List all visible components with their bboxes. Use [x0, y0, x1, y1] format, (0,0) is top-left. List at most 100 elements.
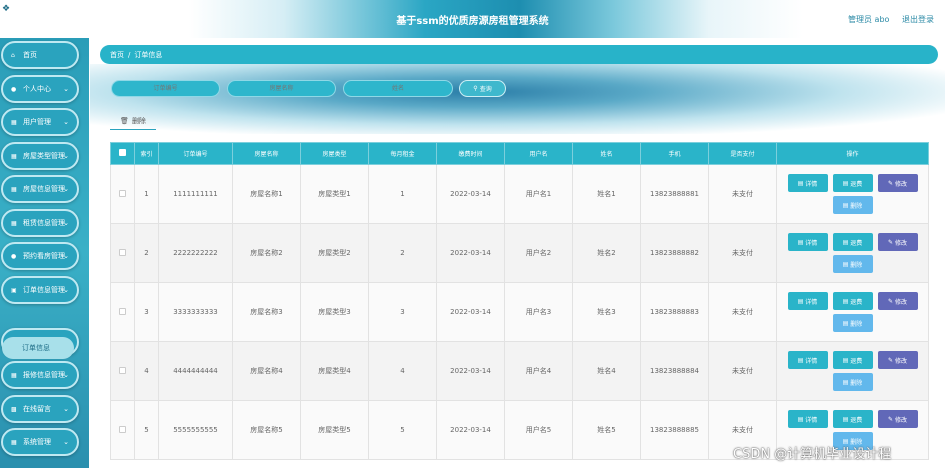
- delete-label: 删除: [850, 379, 863, 387]
- sidebar-item[interactable]: ▩ 在线留言 ⌄: [1, 395, 79, 423]
- sidebar-item[interactable]: ▦ 房屋信息管理 ⌄: [1, 175, 79, 203]
- cell-house-type: 房屋类型5: [300, 400, 369, 460]
- cell-pay-time: 2022-03-14: [436, 282, 505, 342]
- row-actions: ▤ 详情 ▤ 退费 ✎ 修改 ▤ 删除: [787, 292, 918, 332]
- row-checkbox[interactable]: [119, 425, 126, 433]
- delete-label: 删除: [850, 320, 863, 328]
- search-button[interactable]: ⚲ 查询: [459, 80, 506, 97]
- document-icon: ▤: [797, 356, 806, 364]
- detail-label: 详情: [805, 416, 818, 424]
- user-icon: ●: [11, 85, 17, 93]
- cell-rent: 4: [368, 341, 437, 401]
- delete-button[interactable]: ▤ 删除: [832, 255, 873, 273]
- name-input[interactable]: [343, 80, 453, 97]
- cell-house-name: 房屋名称3: [232, 282, 301, 342]
- row-select-cell[interactable]: [110, 341, 135, 401]
- refund-button[interactable]: ▤ 退费: [832, 410, 873, 428]
- table-row: 3 3333333333 房屋名称3 房屋类型3 3 2022-03-14 用户名3 姓名3 1…: [110, 282, 929, 342]
- sidebar-item[interactable]: ▦ 报修信息管理 ⌄: [1, 361, 79, 389]
- row-checkbox[interactable]: [119, 366, 126, 374]
- sidebar-item[interactable]: ▦ 租赁信息管理 ⌄: [1, 209, 79, 237]
- column-header: 索引: [134, 142, 159, 165]
- breadcrumb-home[interactable]: 首页: [110, 50, 124, 60]
- document-icon: ▤: [842, 415, 851, 423]
- row-select-cell[interactable]: [110, 282, 135, 342]
- sidebar-item[interactable]: ▦ 用户管理 ⌄: [1, 108, 79, 136]
- pencil-icon: ✎: [888, 179, 895, 187]
- cell-order-no: 5555555555: [158, 400, 233, 460]
- detail-label: 详情: [805, 239, 818, 247]
- cell-rent: 3: [368, 282, 437, 342]
- refund-button[interactable]: ▤ 退费: [832, 351, 873, 369]
- sidebar-item[interactable]: ▣ 订单信息管理 ⌄: [1, 276, 79, 304]
- sidebar-item[interactable]: ▦ 房屋类型管理 ⌄: [1, 142, 79, 170]
- batch-delete-button[interactable]: 🗑 删除: [110, 113, 156, 130]
- delete-label: 删除: [850, 261, 863, 269]
- home-icon: ⌂: [11, 51, 15, 59]
- detail-button[interactable]: ▤ 详情: [787, 351, 828, 369]
- cell-name: 姓名2: [572, 223, 641, 283]
- sidebar-item-label: 系统管理: [23, 438, 51, 446]
- house-name-input[interactable]: [227, 80, 336, 97]
- detail-button[interactable]: ▤ 详情: [787, 233, 828, 251]
- edit-button[interactable]: ✎ 修改: [877, 174, 918, 192]
- search-icon: ⚲: [473, 85, 478, 92]
- actions-cell: ▤ 详情 ▤ 退费 ✎ 修改 ▤ 删除: [776, 164, 929, 224]
- actions-cell: ▤ 详情 ▤ 退费 ✎ 修改 ▤ 删除: [776, 282, 929, 342]
- cell-house-name: 房屋名称5: [232, 400, 301, 460]
- cell-house-name: 房屋名称1: [232, 164, 301, 224]
- user-icon: ●: [11, 252, 17, 260]
- chevron-down-icon: ⌄: [63, 152, 69, 160]
- refund-button[interactable]: ▤ 退费: [832, 233, 873, 251]
- chevron-down-icon: ⌄: [63, 85, 69, 93]
- edit-button[interactable]: ✎ 修改: [877, 292, 918, 310]
- detail-button[interactable]: ▤ 详情: [787, 174, 828, 192]
- edit-button[interactable]: ✎ 修改: [877, 351, 918, 369]
- batch-delete-label: 删除: [131, 117, 146, 125]
- logout-link[interactable]: 退出登录: [902, 14, 934, 25]
- column-header: 操作: [776, 142, 929, 165]
- top-header: ❖ 基于ssm的优质房源房租管理系统 管理员 abo 退出登录: [0, 0, 945, 38]
- cell-index: 2: [134, 223, 159, 283]
- edit-label: 修改: [894, 180, 907, 188]
- delete-button[interactable]: ▤ 删除: [832, 314, 873, 332]
- cell-order-no: 3333333333: [158, 282, 233, 342]
- row-actions: ▤ 详情 ▤ 退费 ✎ 修改 ▤ 删除: [787, 233, 918, 273]
- refund-label: 退费: [850, 416, 863, 424]
- column-header: 姓名: [572, 142, 641, 165]
- document-icon: ▤: [797, 238, 806, 246]
- row-select-cell[interactable]: [110, 223, 135, 283]
- admin-name: 管理员 abo: [848, 15, 890, 24]
- order-no-input[interactable]: [111, 80, 220, 97]
- banner-background: [90, 64, 945, 134]
- select-all-cell[interactable]: [110, 142, 135, 165]
- sidebar-item-label: 房屋信息管理: [23, 185, 65, 193]
- sidebar-item[interactable]: ● 个人中心 ⌄: [1, 75, 79, 103]
- delete-button[interactable]: ▤ 删除: [832, 373, 873, 391]
- row-checkbox[interactable]: [119, 189, 126, 197]
- edit-button[interactable]: ✎ 修改: [877, 233, 918, 251]
- table-row: 4 4444444444 房屋名称4 房屋类型4 4 2022-03-14 用户名4 姓名4 1…: [110, 341, 929, 401]
- sidebar-item[interactable]: ▦ 系统管理 ⌄: [1, 428, 79, 456]
- refund-button[interactable]: ▤ 退费: [832, 174, 873, 192]
- refund-button[interactable]: ▤ 退费: [832, 292, 873, 310]
- actions-cell: ▤ 详情 ▤ 退费 ✎ 修改 ▤ 删除: [776, 223, 929, 283]
- detail-button[interactable]: ▤ 详情: [787, 410, 828, 428]
- row-checkbox[interactable]: [119, 307, 126, 315]
- cell-pay-time: 2022-03-14: [436, 223, 505, 283]
- row-checkbox[interactable]: [119, 248, 126, 256]
- grid-icon: ▦: [11, 371, 17, 379]
- sidebar-subitem-order-info[interactable]: 订单信息: [2, 337, 74, 359]
- sidebar-item[interactable]: ● 预约看房管理 ⌄: [1, 242, 79, 270]
- detail-button[interactable]: ▤ 详情: [787, 292, 828, 310]
- row-select-cell[interactable]: [110, 400, 135, 460]
- edit-button[interactable]: ✎ 修改: [877, 410, 918, 428]
- cell-index: 4: [134, 341, 159, 401]
- select-all-checkbox[interactable]: [119, 149, 126, 156]
- cell-pay-time: 2022-03-14: [436, 341, 505, 401]
- row-select-cell[interactable]: [110, 164, 135, 224]
- delete-button[interactable]: ▤ 删除: [832, 196, 873, 214]
- sidebar-item[interactable]: ⌂ 首页: [1, 41, 79, 69]
- cell-paid: 未支付: [708, 164, 777, 224]
- grid-icon: ▦: [11, 152, 17, 160]
